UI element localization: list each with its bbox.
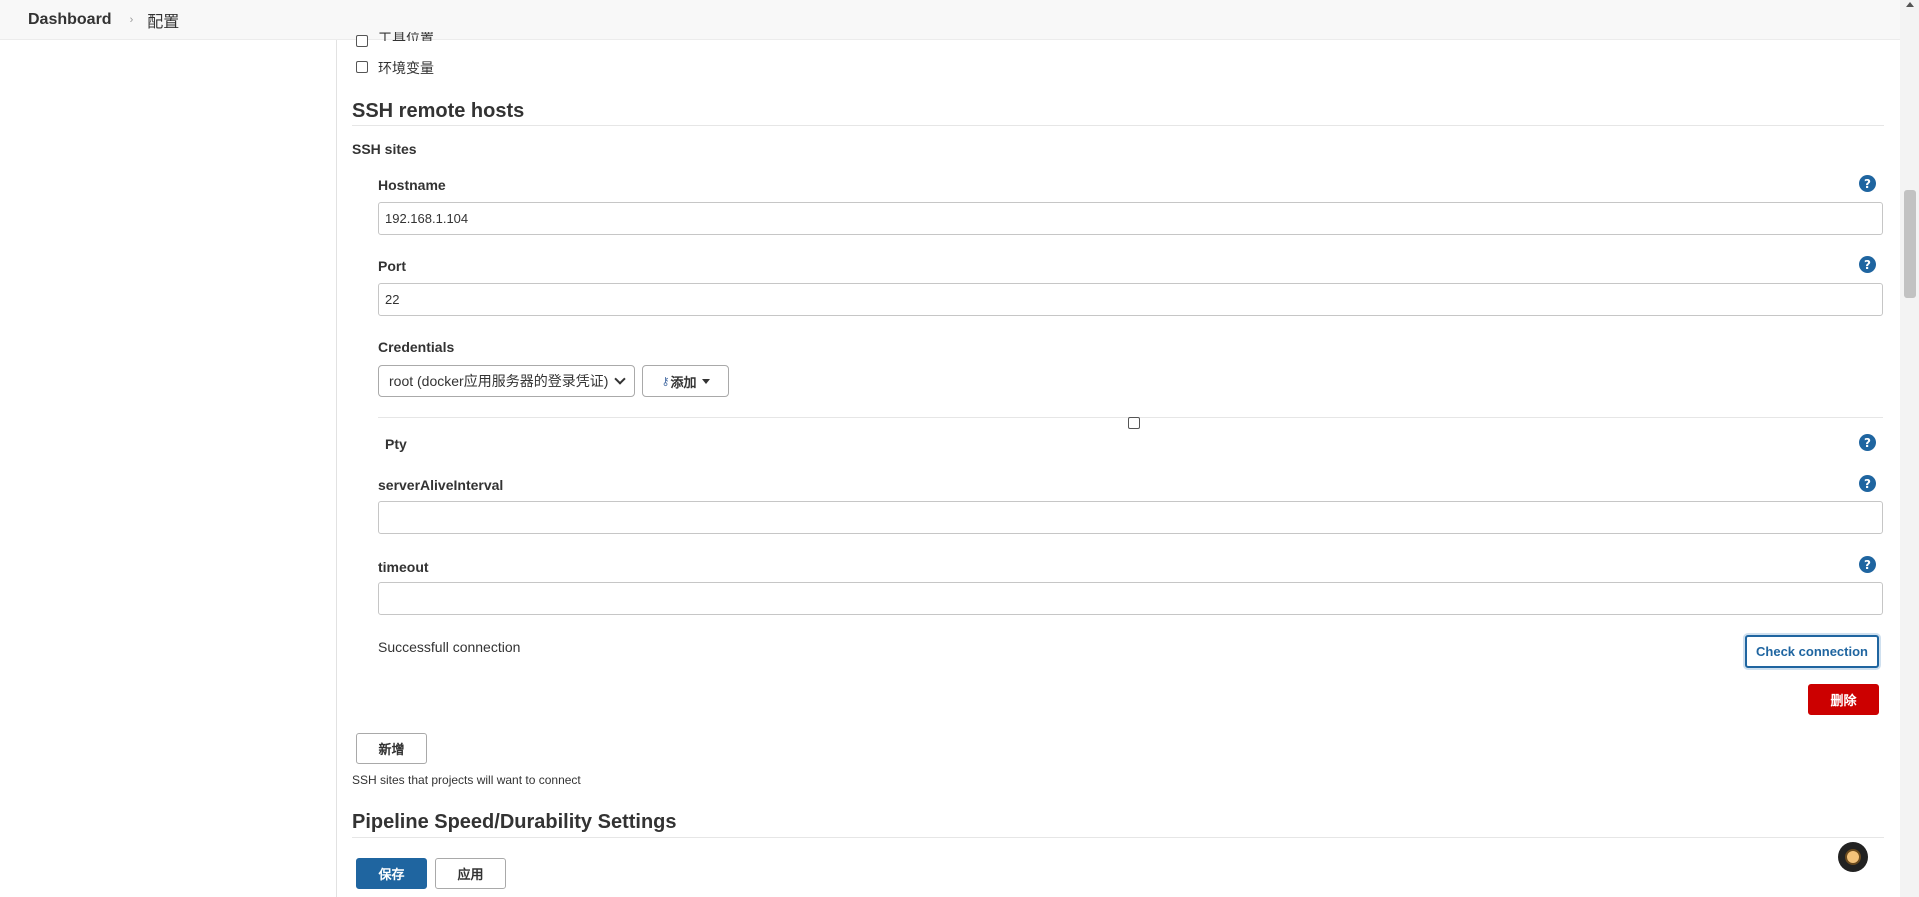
scroll-up-arrow-icon[interactable] [1906,2,1914,7]
pipeline-section-title: Pipeline Speed/Durability Settings [352,811,677,833]
hostname-input[interactable] [378,202,1883,235]
connection-status-text: Successfull connection [378,639,521,655]
sidebar-divider [336,40,337,897]
hostname-label: Hostname [378,177,446,193]
add-ssh-site-button[interactable]: 新增 [356,733,427,764]
credentials-select[interactable]: root (docker应用服务器的登录凭证) [378,365,635,397]
tool-locations-checkbox[interactable] [356,35,368,47]
port-input[interactable] [378,283,1883,316]
server-alive-input[interactable] [378,501,1883,534]
chevron-down-icon [614,373,626,385]
assistant-avatar-icon [1845,849,1861,865]
pipeline-section-rule [352,837,1884,838]
page-scrollbar[interactable] [1900,0,1919,897]
caret-down-icon [701,378,710,384]
check-connection-button[interactable]: Check connection [1745,635,1879,668]
floating-assistant-button[interactable] [1838,842,1868,872]
pty-help-icon[interactable]: ? [1859,434,1876,451]
key-icon: ⚷ [661,375,670,388]
breadcrumb-separator: › [129,13,134,26]
credentials-label: Credentials [378,339,455,355]
breadcrumb-bar: Dashboard › 配置 [0,0,1919,40]
add-credentials-button[interactable]: ⚷ 添加 [642,365,729,397]
pty-label: Pty [385,436,407,452]
ssh-section-rule [352,125,1884,126]
ssh-sites-help-text: SSH sites that projects will want to con… [352,773,581,787]
server-alive-help-icon[interactable]: ? [1859,475,1876,492]
add-credentials-label: 添加 [670,374,697,390]
ssh-section-title: SSH remote hosts [352,100,525,122]
scrollbar-thumb[interactable] [1904,190,1916,298]
breadcrumb-current: 配置 [147,13,180,31]
env-vars-checkbox[interactable] [356,61,368,73]
ssh-sites-label: SSH sites [352,141,417,157]
port-label: Port [378,258,406,274]
apply-button[interactable]: 应用 [435,858,506,889]
breadcrumb-dashboard[interactable]: Dashboard [28,11,112,29]
pty-checkbox[interactable] [1128,417,1140,429]
delete-button[interactable]: 删除 [1808,684,1879,715]
tool-locations-label: 工具位置 [378,32,434,41]
timeout-label: timeout [378,559,429,575]
env-vars-label: 环境变量 [378,60,434,76]
server-alive-label: serverAliveInterval [378,477,504,493]
hostname-help-icon[interactable]: ? [1859,175,1876,192]
save-button[interactable]: 保存 [356,858,427,889]
credentials-selected-value: root (docker应用服务器的登录凭证) [389,373,609,389]
timeout-input[interactable] [378,582,1883,615]
timeout-help-icon[interactable]: ? [1859,556,1876,573]
port-help-icon[interactable]: ? [1859,256,1876,273]
